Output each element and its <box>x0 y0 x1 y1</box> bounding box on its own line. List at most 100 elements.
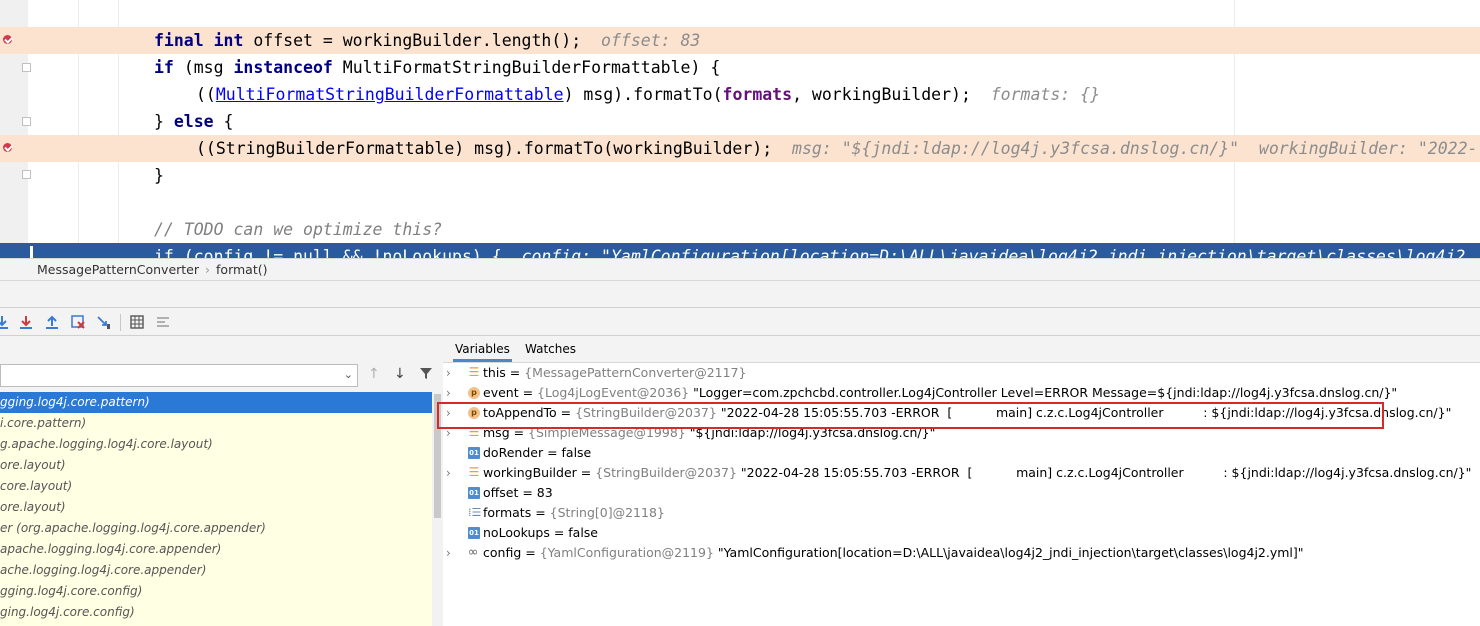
frame-item[interactable]: ore.layout) <box>0 497 432 518</box>
frame-item[interactable]: ore.layout) <box>0 455 432 476</box>
thread-select[interactable]: ⌄ <box>0 364 358 387</box>
variable-value: false <box>568 525 599 540</box>
code-token: if <box>154 58 184 77</box>
variable-value: 83 <box>536 485 553 500</box>
variable-text: doRender = false <box>483 443 591 463</box>
code-token: { <box>223 112 234 131</box>
breadcrumb-separator-icon: › <box>205 262 211 277</box>
variable-name: event <box>483 385 519 400</box>
equals-sign: = <box>518 485 537 500</box>
annotation-highlight-box <box>437 402 1384 429</box>
code-token: , workingBuilder); <box>792 85 991 104</box>
frame-item[interactable]: apache.logging.log4j.core.appender) <box>0 539 432 560</box>
equals-sign: = <box>505 365 525 380</box>
filter-icon[interactable] <box>419 366 433 384</box>
code-line[interactable]: if (config != null && !noLookups) { conf… <box>0 243 1480 258</box>
variables-tree[interactable]: › ☰ this = {MessagePatternConverter@2117} ›… <box>443 363 1480 563</box>
frame-up-icon[interactable]: ↑ <box>368 366 380 382</box>
frame-item[interactable]: er (org.apache.logging.log4j.core.append… <box>0 518 432 539</box>
run-to-cursor-icon[interactable] <box>96 314 112 330</box>
inline-debug-value: formats: {} <box>990 85 1101 104</box>
variables-tabs: Variables Watches <box>443 336 1480 363</box>
variable-row[interactable]: › ∞ config = {YamlConfiguration@2119} "Yam… <box>443 543 1480 563</box>
variable-type: {String[0]@2118} <box>549 505 665 520</box>
code-line[interactable]: // TODO can we optimize this? <box>0 216 1480 243</box>
variable-type: {MessagePatternConverter@2117} <box>524 365 747 380</box>
frame-item[interactable]: ging.log4j.core.config) <box>0 602 432 623</box>
code-token: ((StringBuilderFormattable) msg).formatT… <box>196 139 793 158</box>
primitive-icon: 01 <box>468 527 480 539</box>
code-line[interactable] <box>0 189 1480 216</box>
expand-arrow-icon[interactable]: › <box>446 363 458 383</box>
code-editor[interactable]: final int offset = workingBuilder.length… <box>0 0 1480 258</box>
variable-row[interactable]: › ☰ this = {MessagePatternConverter@2117} <box>443 363 1480 383</box>
drop-frame-icon[interactable] <box>70 314 86 330</box>
trace-icon[interactable] <box>155 314 171 330</box>
breadcrumb-class[interactable]: MessagePatternConverter <box>37 259 199 281</box>
code-line[interactable]: } <box>0 162 1480 189</box>
array-icon: ⁞☰ <box>468 506 482 519</box>
variable-row[interactable]: 01 offset = 83 <box>443 483 1480 503</box>
tab-variables[interactable]: Variables <box>453 336 512 362</box>
variable-text: noLookups = false <box>483 523 598 543</box>
step-out-icon[interactable] <box>44 314 60 330</box>
field-icon: p <box>468 387 480 399</box>
expand-arrow-icon[interactable]: › <box>446 463 458 483</box>
object-icon: ☰ <box>468 465 480 479</box>
variable-type: {StringBuilder@2037} <box>595 465 737 480</box>
variable-value: "2022-04-28 15:05:55.703 -ERROR [ main] … <box>736 465 1472 480</box>
code-line[interactable]: if (msg instanceof MultiFormatStringBuil… <box>0 54 1480 81</box>
code-token: instanceof <box>233 58 343 77</box>
frame-item[interactable]: core.layout) <box>0 476 432 497</box>
breakpoint-icon[interactable] <box>3 35 12 44</box>
code-token: (msg <box>183 58 234 77</box>
code-token: } <box>154 166 164 185</box>
variable-row[interactable]: 01 doRender = false <box>443 443 1480 463</box>
code-token: } <box>154 112 174 131</box>
code-token: // TODO can we optimize this? <box>154 220 443 239</box>
variable-row[interactable]: ⁞☰ formats = {String[0]@2118} <box>443 503 1480 523</box>
equals-sign: = <box>543 445 562 460</box>
variable-text: event = {Log4jLogEvent@2036} "Logger=com… <box>483 383 1397 403</box>
frame-list[interactable]: gging.log4j.core.pattern) i.core.pattern)… <box>0 392 432 626</box>
fold-marker-icon[interactable] <box>22 170 31 179</box>
code-token: config: "YamlConfiguration[location=D:\A… <box>521 247 1466 258</box>
variable-name: config <box>483 545 522 560</box>
infinity-icon: ∞ <box>467 545 479 560</box>
variable-row[interactable]: › p event = {Log4jLogEvent@2036} "Logger=c… <box>443 383 1480 403</box>
variable-text: workingBuilder = {StringBuilder@2037} "2… <box>483 463 1471 483</box>
fold-marker-icon[interactable] <box>22 117 31 126</box>
frame-item[interactable]: g.apache.logging.log4j.core.layout) <box>0 434 432 455</box>
step-into-icon[interactable] <box>0 314 10 330</box>
force-step-into-icon[interactable] <box>18 314 34 330</box>
breadcrumb: MessagePatternConverter › format() <box>0 258 1480 280</box>
code-line[interactable]: ((StringBuilderFormattable) msg).formatT… <box>0 135 1480 162</box>
debug-panel-header <box>0 280 1480 307</box>
tab-watches[interactable]: Watches <box>523 336 578 362</box>
debug-toolbar <box>0 307 1480 336</box>
variable-text: offset = 83 <box>483 483 553 503</box>
fold-marker-icon[interactable] <box>22 63 31 72</box>
code-line[interactable]: ((MultiFormatStringBuilderFormattable) m… <box>0 81 1480 108</box>
frame-item[interactable]: i.core.pattern) <box>0 413 432 434</box>
variable-text: config = {YamlConfiguration@2119} "YamlC… <box>483 543 1304 563</box>
expand-arrow-icon[interactable]: › <box>446 383 458 403</box>
frame-item[interactable]: gging.log4j.core.config) <box>0 581 432 602</box>
equals-sign: = <box>521 545 540 560</box>
frame-item[interactable]: gging.log4j.core.pattern) <box>0 392 432 413</box>
inline-debug-value: offset: 83 <box>601 31 701 50</box>
variable-value: false <box>561 445 592 460</box>
code-line[interactable]: final int offset = workingBuilder.length… <box>0 27 1480 54</box>
expand-arrow-icon[interactable]: › <box>446 543 458 563</box>
chevron-down-icon: ⌄ <box>343 368 353 381</box>
evaluate-icon[interactable] <box>129 314 145 330</box>
equals-sign: = <box>531 505 550 520</box>
code-line[interactable]: } else { <box>0 108 1480 135</box>
variable-row[interactable]: 01 noLookups = false <box>443 523 1480 543</box>
breakpoint-icon[interactable] <box>3 143 12 152</box>
variable-row[interactable]: › ☰ workingBuilder = {StringBuilder@2037} … <box>443 463 1480 483</box>
frame-item[interactable]: ache.logging.log4j.core.appender) <box>0 560 432 581</box>
frame-down-icon[interactable]: ↓ <box>394 366 406 382</box>
primitive-icon: 01 <box>468 447 480 459</box>
breadcrumb-method[interactable]: format() <box>216 259 267 281</box>
